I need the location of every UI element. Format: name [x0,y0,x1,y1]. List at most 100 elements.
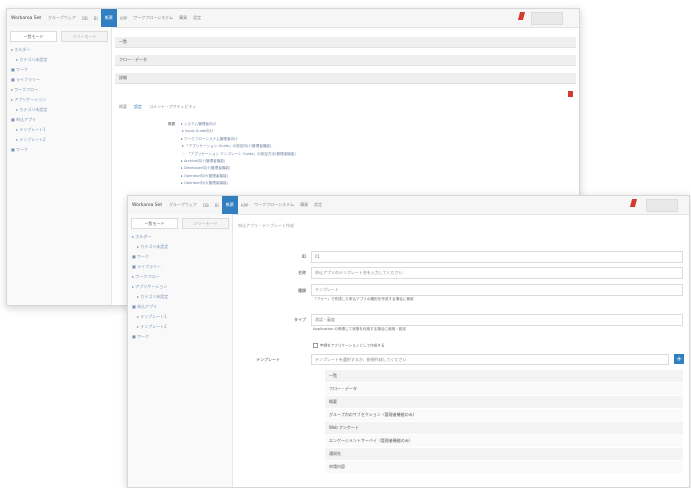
tree-item-label[interactable]: ▸ Operator向け(管理者機能) [181,174,228,178]
tree-item-label[interactable]: ▸ ワークフローシステム管理者向け [181,137,238,141]
menu-item-workflow[interactable]: ワークフローシステム [130,15,176,21]
sidebar-item[interactable]: ▸ テンプレート1 [128,312,232,322]
list-item[interactable]: 概要 [325,396,683,409]
sidebar-item[interactable]: ▸ カテゴリ未設定 [7,55,111,65]
tree-item: ▸ Developer向け(管理者機能) [168,165,296,172]
sidebar-item[interactable]: ▸ テンプレート2 [128,322,232,332]
section-row-detail[interactable]: 詳細 [115,73,576,84]
add-template-button[interactable]: + [674,354,684,364]
tree-item-label[interactable]: ▸ Input Guide向け [181,129,213,133]
menu-item-purchase[interactable]: 購買 [176,15,190,21]
tab-list-mode[interactable]: 一覧モード [10,31,57,42]
menu-item-bi[interactable]: BI [91,16,101,21]
menu-item-app[interactable]: APP [238,203,252,208]
sidebar-item[interactable]: ▸ ホルダー [7,45,111,55]
sidebar-item[interactable]: ▸ カテゴリ未設定 [7,105,111,115]
tab-settings[interactable]: 設定 [134,104,142,110]
field-label-template: テンプレート [256,357,280,362]
list-item[interactable]: グループ内のサブセクション（管理者機能のみ） [325,409,683,422]
sidebar-item[interactable]: ▸ アプリケーション [128,282,232,292]
sidebar-item[interactable]: ■ ワーク [128,252,232,262]
user-menu[interactable] [646,199,678,212]
tree-item-label[interactable]: ▸ 「アプリケーション Guide」の設定向け(管理者機能) [181,144,271,148]
menu-item-bi[interactable]: BI [212,203,222,208]
sidebar-item[interactable]: ▸ カテゴリ未設定 [128,242,232,252]
main-content: 申込アプリ・テンプレート作成 ID 01 名称 申込アプリのテンプレート名を入力… [233,214,689,487]
tab-overview[interactable]: 概要 [119,104,127,110]
tree-item: ・ 「アプリケーション テンプレート Guide」の設定方法(管理者機能) [168,151,296,158]
notification-flag-icon[interactable] [629,199,638,207]
id-field[interactable]: 01 [311,251,683,263]
app-brand[interactable]: Workarea Set [128,203,166,208]
menu-item-groupware[interactable]: グループウェア [45,15,79,21]
field-label-type: 種類 [298,288,306,293]
type-select[interactable]: テンプレート [311,284,683,296]
menu-item-app[interactable]: APP [117,16,131,21]
sidebar-item[interactable]: ▸ ワークフロー [128,272,232,282]
field-label-kind: タイプ [294,317,306,322]
menu-item-groupware[interactable]: グループウェア [166,202,200,208]
tree-item: ▸ ワークフローシステム管理者向け [168,136,296,143]
tab-tree-mode[interactable]: ツリーモード [61,31,108,42]
kind-select[interactable]: 承認・審査 [311,314,683,326]
section-row-flow[interactable]: フロー・データ [115,55,576,66]
breadcrumb: 申込アプリ・テンプレート作成 [238,223,294,228]
sidebar-item[interactable]: ▸ テンプレート1 [7,125,111,135]
template-select[interactable]: テンプレートを選択するか、新規作成してください [311,354,669,365]
checkbox[interactable] [313,343,318,348]
list-item[interactable]: フロー・データ [325,383,683,396]
menu-item-workflow[interactable]: ワークフローシステム [251,202,297,208]
menu-item-forms[interactable]: 帳票 [100,9,117,27]
sidebar-item[interactable]: ■ 申込アプリ [7,115,111,125]
section-row-list[interactable]: 一覧 [115,37,576,48]
list-item[interactable]: 一覧 [325,370,683,383]
top-navigation-bar: Workarea Set グループウェア DB BI 帳票 APP ワークフロー… [7,9,579,28]
sidebar-item[interactable]: ▸ アプリケーション [7,95,111,105]
menu-item-db[interactable]: DB [200,203,212,208]
field-label-id: ID [301,254,306,259]
menu-item-db[interactable]: DB [79,16,91,21]
list-item[interactable]: 通知先 [325,448,683,461]
notification-flag-icon[interactable] [517,12,526,20]
name-field[interactable]: 申込アプリのテンプレート名を入力してください [311,267,683,279]
app-brand[interactable]: Workarea Set [7,16,45,21]
tab-tree-mode[interactable]: ツリーモード [182,218,229,229]
create-as-app-option[interactable]: 申請をアプリケーションとして作成する [313,343,385,349]
sidebar-item[interactable]: ▸ テンプレート2 [7,135,111,145]
tree-item-label[interactable]: ・ 「アプリケーション テンプレート Guide」の設定方法(管理者機能) [181,152,296,156]
menu-item-purchase[interactable]: 購買 [297,202,311,208]
tree-item: ▸ 「アプリケーション Guide」の設定向け(管理者機能) [168,143,296,150]
tree-item: 概要 ▸ システム管理者向け [168,121,296,128]
field-label-name: 名称 [298,270,306,275]
sidebar: 一覧モード ツリーモード ▸ ホルダー ▸ カテゴリ未設定 ■ ワーク ■ ライ… [128,214,233,487]
sidebar-item[interactable]: ■ 申込アプリ [128,302,232,312]
sidebar-item[interactable]: ■ ワーク [7,65,111,75]
sidebar-item[interactable]: ■ ワーク [128,332,232,342]
guide-tree: 概要 ▸ システム管理者向け ▸ Input Guide向け ▸ ワークフローシス… [168,121,296,188]
sidebar-item[interactable]: ■ ライブラリー [7,75,111,85]
sidebar-item[interactable]: ■ ライブラリー [128,262,232,272]
type-note: 「フリー」で作成した申込アプリの雛形を作成する場合に使用 [313,297,414,301]
sidebar-item[interactable]: ▸ カテゴリ未設定 [128,292,232,302]
front-window: Workarea Set グループウェア DB BI 帳票 APP ワークフロー… [127,195,690,488]
delete-icon[interactable] [568,91,573,97]
list-item[interactable]: エンゲージメントサーベイ（管理者機能のみ） [325,435,683,448]
tree-item-label[interactable]: ▸ Archive向け(管理者機能) [181,159,225,163]
tree-lead: 概要 [168,122,176,126]
top-navigation-bar: Workarea Set グループウェア DB BI 帳票 APP ワークフロー… [128,196,689,215]
tree-item-label[interactable]: ▸ システム管理者向け [181,122,216,126]
tree-item-label[interactable]: ▸ Operator向け(管理者機能) [181,181,228,185]
sidebar: 一覧モード ツリーモード ▸ ホルダー ▸ カテゴリ未設定 ■ ワーク ■ ライ… [7,27,112,305]
menu-item-forms[interactable]: 帳票 [221,196,238,214]
tab-list-mode[interactable]: 一覧モード [131,218,178,229]
menu-item-settings[interactable]: 設定 [190,15,204,21]
sidebar-item[interactable]: ▸ ワークフロー [7,85,111,95]
tab-activity[interactable]: コメント・アクティビティ [149,104,196,110]
user-menu[interactable] [531,12,563,25]
tree-item-label[interactable]: ▸ Developer向け(管理者機能) [181,166,230,170]
list-item[interactable]: 申請内容 [325,461,683,474]
sidebar-item[interactable]: ▸ ホルダー [128,232,232,242]
list-item[interactable]: Web アンケート [325,422,683,435]
sidebar-item[interactable]: ■ ワーク [7,145,111,155]
menu-item-settings[interactable]: 設定 [311,202,325,208]
